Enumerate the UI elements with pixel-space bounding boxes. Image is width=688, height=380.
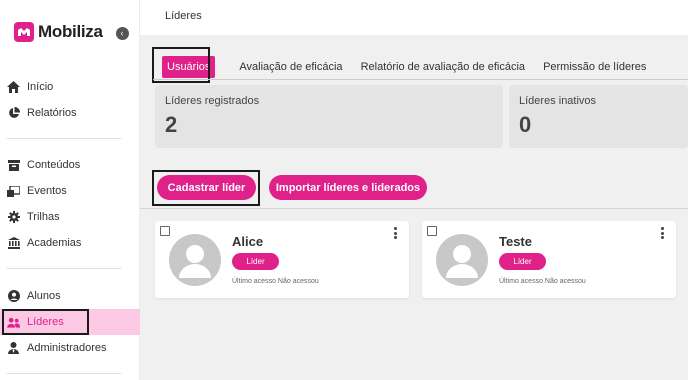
sidebar-item-label: Alunos xyxy=(27,290,61,302)
register-leader-button[interactable]: Cadastrar líder xyxy=(157,175,256,200)
user-tie-icon xyxy=(7,342,20,355)
sidebar-item-label: Relatórios xyxy=(27,107,77,119)
sidebar-item-conteudos[interactable]: Conteúdos xyxy=(0,152,140,178)
sidebar-item-lideres[interactable]: Líderes xyxy=(0,309,140,335)
mobiliza-logo-icon xyxy=(14,22,34,42)
tab-label: Relatório de avaliação de eficácia xyxy=(360,61,526,73)
select-checkbox[interactable] xyxy=(427,226,437,236)
brand[interactable]: Mobiliza xyxy=(14,22,103,42)
topbar: Líderes xyxy=(140,0,688,35)
sidebar-item-label: Início xyxy=(27,81,54,93)
tab-permissao-de-lideres[interactable]: Permissão de líderes xyxy=(534,54,655,80)
leader-name: Alice xyxy=(232,234,264,249)
stat-card-registered: Líderes registrados 2 xyxy=(155,85,503,148)
stat-value: 2 xyxy=(165,112,178,137)
tab-usuarios[interactable]: Usuários xyxy=(152,47,224,83)
sidebar-item-inicio[interactable]: Início xyxy=(0,74,140,100)
role-badge: Líder xyxy=(232,253,279,270)
tab-bar: Usuários Avaliação de eficácia Relatório… xyxy=(152,46,655,83)
role-badge: Líder xyxy=(499,253,546,270)
tab-avaliacao-de-eficacia[interactable]: Avaliação de eficácia xyxy=(230,54,351,80)
selection-highlight xyxy=(152,47,210,83)
sidebar-divider xyxy=(7,373,121,374)
select-checkbox[interactable] xyxy=(160,226,170,236)
page-title: Líderes xyxy=(165,10,202,22)
stat-value: 0 xyxy=(519,112,532,137)
chevron-left-icon: ‹ xyxy=(120,28,124,38)
sidebar-item-label: Trilhas xyxy=(27,211,60,223)
inbox-icon xyxy=(7,159,20,172)
sidebar-item-relatorios[interactable]: Relatórios xyxy=(0,100,140,126)
selection-highlight xyxy=(2,309,89,335)
sidebar-item-academias[interactable]: Academias xyxy=(0,230,140,256)
sidebar-item-alunos[interactable]: Alunos xyxy=(0,283,140,309)
last-access-text: Último acesso Não acessou xyxy=(232,278,319,285)
leader-card[interactable]: Teste Líder Último acesso Não acessou xyxy=(422,221,676,298)
calendar-icon xyxy=(7,185,20,198)
avatar xyxy=(169,234,221,286)
gear-icon xyxy=(7,211,20,224)
sidebar-item-trilhas[interactable]: Trilhas xyxy=(0,204,140,230)
sidebar-item-label: Academias xyxy=(27,237,82,249)
sidebar-item-label: Conteúdos xyxy=(27,159,81,171)
more-options-icon[interactable] xyxy=(656,226,668,240)
bank-icon xyxy=(7,237,20,250)
sidebar-item-administradores[interactable]: Administradores xyxy=(0,335,140,361)
import-leaders-button[interactable]: Importar líderes e liderados xyxy=(269,175,427,200)
sidebar-item-label: Eventos xyxy=(27,185,67,197)
stat-card-inactive: Líderes inativos 0 xyxy=(509,85,688,148)
section-divider xyxy=(140,208,688,209)
brand-name: Mobiliza xyxy=(38,22,103,41)
sidebar-divider xyxy=(7,138,121,139)
user-circle-icon xyxy=(7,290,20,303)
collapse-sidebar-button[interactable]: ‹ xyxy=(116,27,129,40)
sidebar: Mobiliza ‹ Início Relatórios Conteúdos E… xyxy=(0,0,140,380)
home-icon xyxy=(7,81,20,94)
sidebar-divider xyxy=(7,268,121,269)
leader-card[interactable]: Alice Líder Último acesso Não acessou xyxy=(155,221,409,298)
tab-relatorio-de-avaliacao[interactable]: Relatório de avaliação de eficácia xyxy=(352,54,535,80)
tab-label: Permissão de líderes xyxy=(543,61,647,73)
more-options-icon[interactable] xyxy=(389,226,401,240)
sidebar-item-eventos[interactable]: Eventos xyxy=(0,178,140,204)
sidebar-item-label: Administradores xyxy=(27,342,107,354)
stat-label: Líderes inativos xyxy=(519,95,597,107)
last-access-text: Último acesso Não acessou xyxy=(499,278,586,285)
stat-label: Líderes registrados xyxy=(165,95,260,107)
leader-name: Teste xyxy=(499,234,532,249)
avatar xyxy=(436,234,488,286)
tab-label: Avaliação de eficácia xyxy=(239,61,343,73)
pie-chart-icon xyxy=(7,107,20,120)
main-content: Líderes Usuários Avaliação de eficácia R… xyxy=(140,0,688,380)
tab-underline xyxy=(153,79,688,80)
